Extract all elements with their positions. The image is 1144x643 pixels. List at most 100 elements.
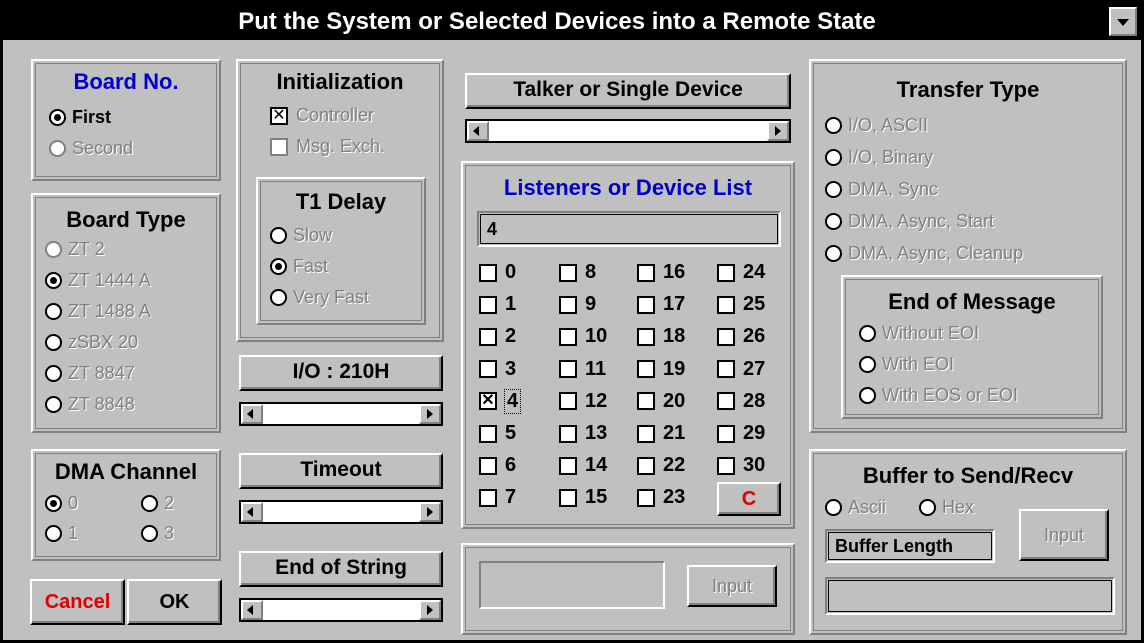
listener-device-26-checkbox[interactable]: 26 <box>717 325 765 348</box>
listener-device-20-checkbox[interactable]: 20 <box>637 390 685 413</box>
listener-device-25-checkbox[interactable]: 25 <box>717 293 765 316</box>
listener-device-label: 12 <box>585 389 608 412</box>
listener-device-28-checkbox[interactable]: 28 <box>717 390 765 413</box>
radio-indicator <box>45 272 62 289</box>
scroll-right-arrow-icon[interactable] <box>419 600 441 620</box>
listener-device-label: 26 <box>743 325 766 348</box>
listener-device-14-checkbox[interactable]: 14 <box>559 454 607 477</box>
dma-channel-0[interactable]: 0 <box>45 493 78 514</box>
checkbox-indicator <box>559 263 577 282</box>
transfer-dma-sync[interactable]: DMA, Sync <box>825 179 938 200</box>
scroll-left-arrow-icon[interactable] <box>467 121 489 141</box>
talker-scrollbar[interactable] <box>465 119 791 143</box>
radio-indicator <box>825 149 842 166</box>
listener-device-label: 7 <box>505 486 517 509</box>
listener-device-label: 22 <box>663 454 686 477</box>
listener-device-label: 16 <box>663 261 686 283</box>
listener-device-19-checkbox[interactable]: 19 <box>637 358 685 381</box>
listener-device-10-checkbox[interactable]: 10 <box>559 325 607 348</box>
scroll-right-arrow-icon[interactable] <box>419 502 441 522</box>
listener-device-17-checkbox[interactable]: 17 <box>637 293 685 316</box>
msg-exch-label: Msg. Exch. <box>296 136 386 156</box>
eom-with-eos-or-eoi[interactable]: With EOS or EOI <box>859 385 1018 406</box>
transfer-dma-async-start[interactable]: DMA, Async, Start <box>825 211 994 232</box>
dma-channel-2[interactable]: 2 <box>141 493 174 514</box>
listener-device-15-checkbox[interactable]: 15 <box>559 486 607 509</box>
listener-device-7-checkbox[interactable]: 7 <box>479 486 516 509</box>
transfer-io-ascii[interactable]: I/O, ASCII <box>825 115 928 136</box>
listener-device-22-checkbox[interactable]: 22 <box>637 454 685 477</box>
board-no-title: Board No. <box>73 69 179 94</box>
listener-device-label: 29 <box>743 422 766 444</box>
listener-device-1-checkbox[interactable]: 1 <box>479 293 516 316</box>
checkbox-indicator <box>559 488 577 507</box>
listener-device-29-checkbox[interactable]: 29 <box>717 422 765 445</box>
buffer-input-button[interactable]: Input <box>1019 509 1109 561</box>
dma-channel-3[interactable]: 3 <box>141 523 174 544</box>
listener-device-3-checkbox[interactable]: 3 <box>479 358 516 381</box>
scroll-left-arrow-icon[interactable] <box>241 502 263 522</box>
listener-device-11-checkbox[interactable]: 11 <box>559 358 606 381</box>
listener-device-4-checkbox[interactable]: ✕ 4 <box>479 388 522 414</box>
t1-slow-radio[interactable]: Slow <box>270 225 332 246</box>
board-type-zt1488a[interactable]: ZT 1488 A <box>45 301 151 322</box>
clear-listeners-button[interactable]: C <box>717 482 781 517</box>
eom-without-eoi[interactable]: Without EOI <box>859 323 979 344</box>
scroll-left-arrow-icon[interactable] <box>241 404 263 424</box>
t1-very-fast-radio[interactable]: Very Fast <box>270 287 369 308</box>
dialog-window: Put the System or Selected Devices into … <box>0 0 1144 643</box>
t1-fast-radio[interactable]: Fast <box>270 256 328 277</box>
listener-device-5-checkbox[interactable]: 5 <box>479 422 516 445</box>
listener-device-9-checkbox[interactable]: 9 <box>559 293 596 316</box>
buffer-hex-radio[interactable]: Hex <box>919 497 974 518</box>
msg-exch-checkbox[interactable]: Msg. Exch. <box>270 136 385 157</box>
io-scrollbar[interactable] <box>239 402 443 426</box>
transfer-dma-async-cleanup[interactable]: DMA, Async, Cleanup <box>825 243 1023 264</box>
checkbox-indicator <box>559 424 577 443</box>
dma-channel-1[interactable]: 1 <box>45 523 78 544</box>
listener-device-24-checkbox[interactable]: 24 <box>717 261 765 284</box>
listener-device-30-checkbox[interactable]: 30 <box>717 454 765 477</box>
controller-checkbox[interactable]: ✕ Controller <box>270 105 374 126</box>
listener-device-16-checkbox[interactable]: 16 <box>637 261 685 284</box>
eom-with-eoi[interactable]: With EOI <box>859 354 954 375</box>
listener-device-27-checkbox[interactable]: 27 <box>717 358 765 381</box>
checkbox-indicator: ✕ <box>270 106 288 125</box>
listener-device-2-checkbox[interactable]: 2 <box>479 325 516 348</box>
ok-button[interactable]: OK <box>127 579 222 625</box>
listener-device-grid: 0 1 2 3 ✕ 4 5 6 7 8 9 10 11 12 13 14 15 16 17 18 19 20 21 22 23 2… <box>479 261 789 521</box>
checkbox-indicator <box>479 488 497 507</box>
cancel-button[interactable]: Cancel <box>30 579 125 625</box>
board-type-zsbx20[interactable]: zSBX 20 <box>45 332 138 353</box>
listeners-input[interactable]: 4 <box>477 211 781 247</box>
listener-device-21-checkbox[interactable]: 21 <box>637 422 685 445</box>
timeout-scrollbar[interactable] <box>239 500 443 524</box>
board-type-zt8847[interactable]: ZT 8847 <box>45 363 135 384</box>
board-second-radio[interactable]: Second <box>49 138 133 159</box>
board-type-zt2[interactable]: ZT 2 <box>45 239 105 260</box>
system-menu-button[interactable] <box>1109 7 1137 36</box>
listener-device-18-checkbox[interactable]: 18 <box>637 325 685 348</box>
listener-device-6-checkbox[interactable]: 6 <box>479 454 516 477</box>
listener-device-13-checkbox[interactable]: 13 <box>559 422 607 445</box>
bottom-input-button[interactable]: Input <box>687 565 777 607</box>
radio-indicator <box>270 227 287 244</box>
scroll-right-arrow-icon[interactable] <box>419 404 441 424</box>
transfer-io-binary[interactable]: I/O, Binary <box>825 147 933 168</box>
listener-device-label: 3 <box>505 357 517 380</box>
buffer-ascii-radio[interactable]: Ascii <box>825 497 886 518</box>
listener-device-23-checkbox[interactable]: 23 <box>637 486 685 509</box>
scroll-right-arrow-icon[interactable] <box>767 121 789 141</box>
scroll-left-arrow-icon[interactable] <box>241 600 263 620</box>
t1-label: Slow <box>293 225 333 245</box>
listener-device-0-checkbox[interactable]: 0 <box>479 261 516 284</box>
listener-device-8-checkbox[interactable]: 8 <box>559 261 596 284</box>
end-of-string-scrollbar[interactable] <box>239 598 443 622</box>
radio-indicator <box>45 365 62 382</box>
board-type-zt1444a[interactable]: ZT 1444 A <box>45 270 151 291</box>
checkbox-indicator <box>637 263 655 282</box>
board-first-radio[interactable]: First <box>49 107 111 128</box>
listener-device-12-checkbox[interactable]: 12 <box>559 390 607 413</box>
listener-device-label: 21 <box>663 422 686 444</box>
board-type-zt8848[interactable]: ZT 8848 <box>45 394 135 415</box>
